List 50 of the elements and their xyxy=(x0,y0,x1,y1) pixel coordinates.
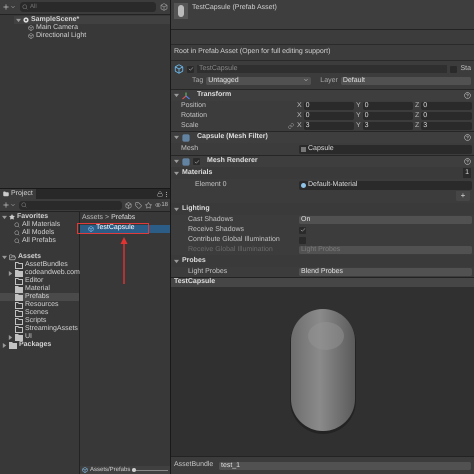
expand-arrow[interactable] xyxy=(174,258,179,264)
grid-icon xyxy=(182,158,190,166)
prefab-icon xyxy=(174,64,184,74)
zoom-slider[interactable] xyxy=(132,468,168,472)
star-icon xyxy=(9,214,15,220)
prefab-icon xyxy=(88,226,94,232)
expand-arrow[interactable] xyxy=(2,342,7,348)
cube-icon[interactable] xyxy=(125,202,132,208)
axes-icon xyxy=(182,92,190,100)
expand-arrow[interactable] xyxy=(174,206,179,212)
slider-thumb[interactable] xyxy=(132,468,136,472)
expand-arrow[interactable] xyxy=(16,18,21,22)
capsule-icon xyxy=(174,3,188,19)
add-button[interactable]: + xyxy=(456,191,470,201)
expand-arrow[interactable] xyxy=(174,159,179,164)
prefab-icon xyxy=(82,467,88,473)
enabled-checkbox[interactable] xyxy=(193,158,200,165)
caret-icon xyxy=(10,4,16,10)
folder-icon xyxy=(3,191,9,197)
search-icon xyxy=(14,238,20,244)
tag-icon[interactable] xyxy=(135,202,142,208)
expand-arrow[interactable] xyxy=(174,170,179,176)
expand-arrow[interactable] xyxy=(174,135,179,140)
eye-icon xyxy=(155,202,162,208)
grid-icon xyxy=(182,134,190,142)
expand-arrow[interactable] xyxy=(2,254,7,260)
help-icon[interactable] xyxy=(464,92,471,99)
create-button[interactable] xyxy=(2,3,16,11)
search-icon xyxy=(22,4,28,10)
link-icon[interactable] xyxy=(288,123,294,129)
expand-arrow[interactable] xyxy=(174,93,179,98)
cube-icon xyxy=(28,33,34,39)
caret-icon xyxy=(10,202,16,208)
cube-icon xyxy=(28,25,34,31)
help-icon[interactable] xyxy=(464,158,471,165)
help-icon[interactable] xyxy=(464,134,471,141)
checkbox[interactable] xyxy=(299,226,306,234)
expand-arrow[interactable] xyxy=(8,270,13,276)
active-checkbox[interactable] xyxy=(187,66,194,72)
search-icon xyxy=(14,230,20,236)
cube-icon[interactable] xyxy=(160,3,168,11)
search-icon xyxy=(21,202,27,208)
expand-arrow[interactable] xyxy=(8,334,13,340)
lock-icon[interactable] xyxy=(157,191,163,197)
search-icon xyxy=(14,222,20,228)
caret-icon xyxy=(303,77,310,83)
star-icon[interactable] xyxy=(145,202,152,208)
search-field[interactable] xyxy=(19,200,122,210)
expand-arrow[interactable] xyxy=(2,214,7,220)
create-button[interactable] xyxy=(2,201,16,209)
